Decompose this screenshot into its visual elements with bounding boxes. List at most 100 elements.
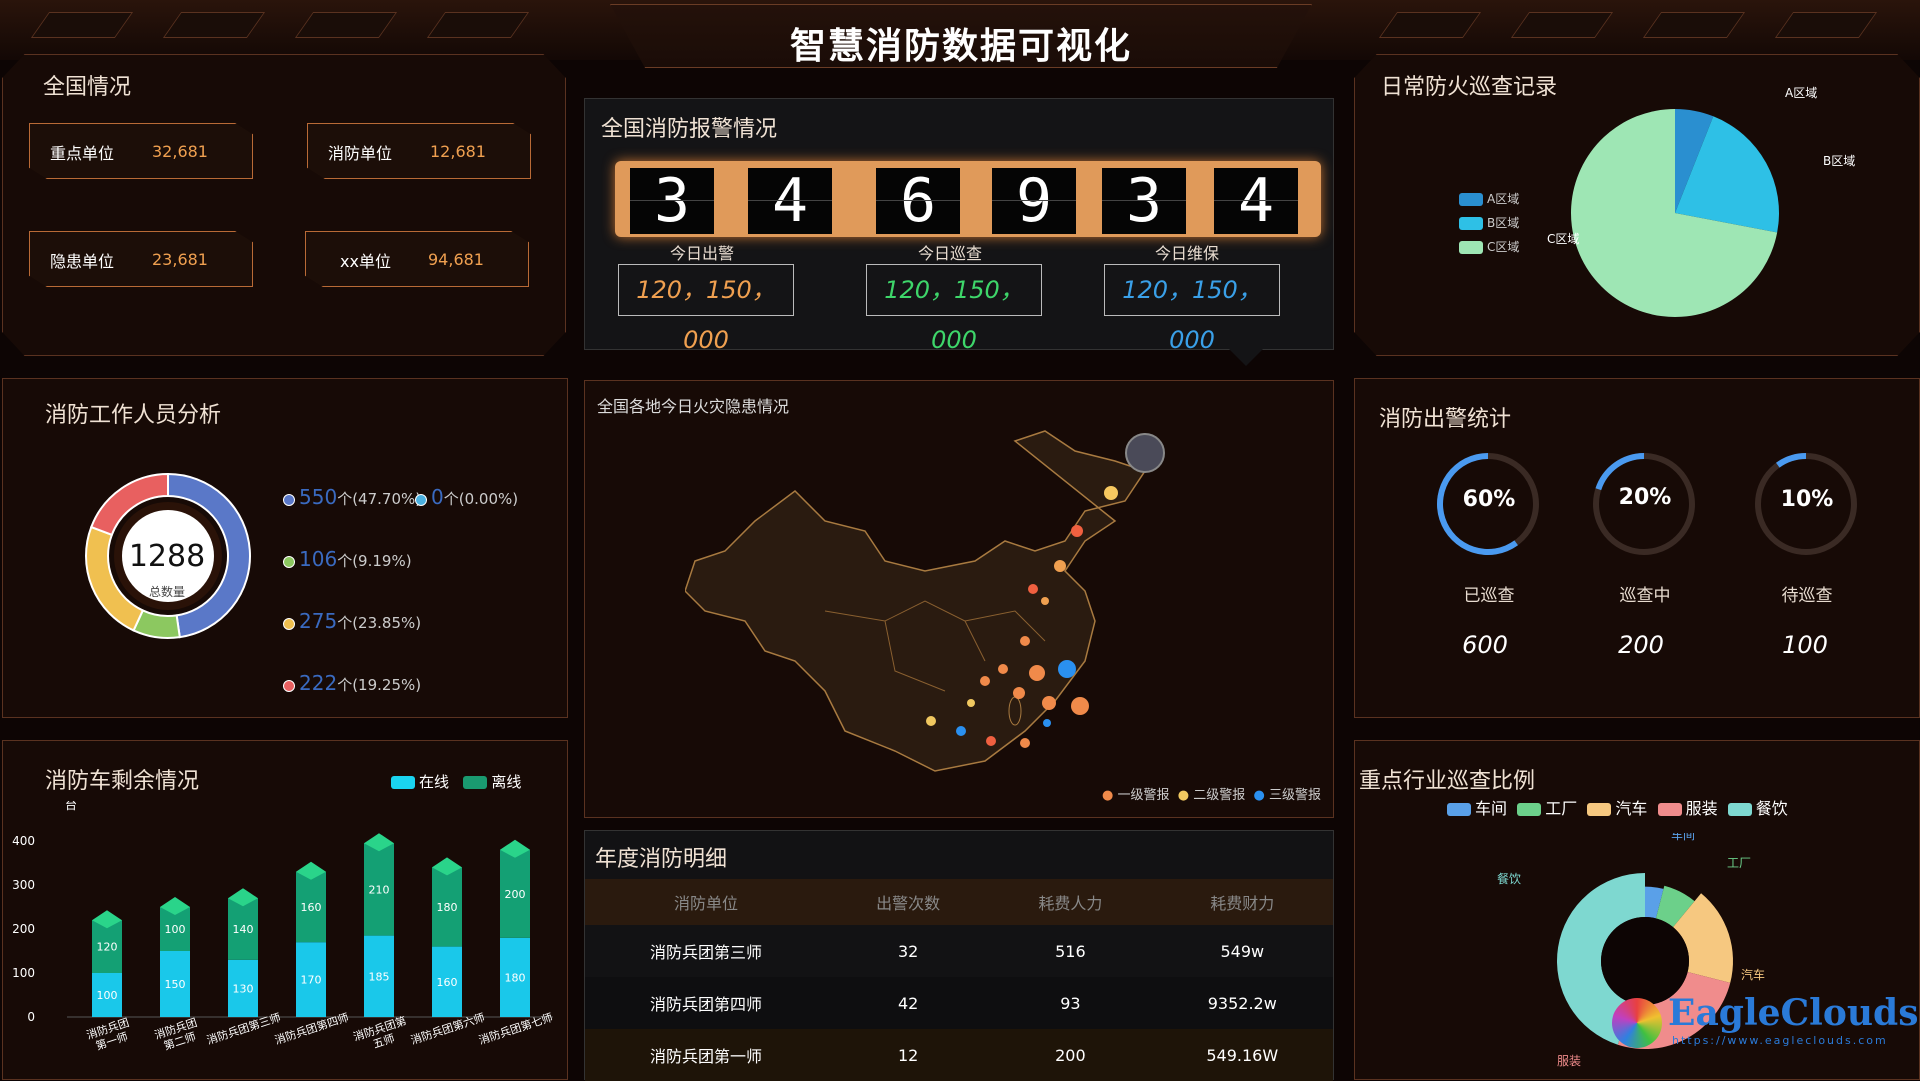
- legend-item[interactable]: 在线: [391, 773, 449, 791]
- map-legend: ● 一级警报 ● 二级警报 ● 三级警报: [1102, 784, 1321, 803]
- unit-value: 32,681: [152, 142, 208, 161]
- legend-item[interactable]: B区域: [1459, 211, 1519, 235]
- gauge-percent: 20%: [1618, 485, 1672, 510]
- legend-item[interactable]: 汽车: [1587, 799, 1647, 818]
- legend-item[interactable]: 离线: [463, 773, 521, 791]
- gauge-value: 100: [1782, 631, 1828, 659]
- legend-item[interactable]: ● 一级警报: [1102, 788, 1170, 803]
- column-header[interactable]: 耗费人力: [989, 879, 1151, 925]
- unit-value: 23,681: [152, 250, 208, 269]
- x-tick-label: 消防兵团第一师: [85, 1015, 135, 1054]
- national-panel: 全国情况 重点单位 32,681 消防单位 12,681 隐患单位 23,681 xx…: [2, 54, 566, 356]
- legend-item[interactable]: A区域: [1459, 187, 1519, 211]
- unit-card[interactable]: 隐患单位 23,681: [29, 231, 253, 287]
- industry-legend: 车间 工厂 汽车 服装 餐饮: [1447, 795, 1788, 819]
- annual-title: 年度消防明细: [595, 847, 728, 872]
- y-tick-label: 0: [27, 1010, 35, 1024]
- stat-label: 今日巡查: [918, 244, 983, 263]
- table-row[interactable]: 消防兵团第一师 12 200 549.16W: [585, 1029, 1333, 1081]
- column-header[interactable]: 出警次数: [827, 879, 989, 925]
- unit-card[interactable]: xx单位 94,681: [305, 231, 529, 287]
- bar-value-label: 170: [301, 974, 322, 987]
- legend-item[interactable]: 服装: [1657, 799, 1718, 818]
- stat-value: 120，150，000: [1104, 264, 1280, 354]
- alarm-digit: 4: [748, 168, 832, 234]
- dispatch-panel: 消防出警统计 60% 20% 10% 已巡查 巡查中 待巡查 600 200 1…: [1354, 378, 1920, 718]
- slice-label: A区域: [1785, 86, 1817, 100]
- staff-title: 消防工作人员分析: [45, 403, 222, 428]
- legend-item[interactable]: 餐饮: [1727, 799, 1788, 818]
- column-header[interactable]: 耗费财力: [1152, 879, 1333, 925]
- bar-value-label: 180: [505, 971, 526, 984]
- unit-card[interactable]: 重点单位 32,681: [29, 123, 253, 179]
- trucks-panel: 消防车剩余情况 在线 离线 台 400 300 200 100 0 100 120 消防兵团第一…: [2, 740, 568, 1080]
- staff-legend-item: 222个(19.25%): [283, 671, 421, 695]
- column-header[interactable]: 消防单位: [585, 879, 827, 925]
- patrol-title: 日常防火巡查记录: [1381, 75, 1558, 100]
- unit-name: xx单位: [340, 252, 391, 271]
- table-cell: 549w: [1220, 941, 1265, 961]
- staff-legend-item: 0个(0.00%): [415, 485, 518, 509]
- annual-table: 消防单位 出警次数 耗费人力 耗费财力 消防兵团第三师 32 516 549w 消防兵…: [585, 879, 1333, 1081]
- patrol-pie-chart: A区域 B区域 C区域: [1547, 86, 1855, 317]
- staff-panel: 消防工作人员分析 1288 总数量 550个(47.70%) 0个(0.00%)…: [2, 378, 568, 718]
- bar-value-label: 160: [437, 976, 458, 989]
- stat-value: 120，150，000: [866, 264, 1042, 354]
- bar-value-label: 200: [505, 888, 526, 901]
- national-title: 全国情况: [43, 75, 132, 100]
- legend-item[interactable]: C区域: [1459, 235, 1519, 259]
- annual-panel: 年度消防明细 消防单位 出警次数 耗费人力 耗费财力 消防兵团第三师 32 516 5…: [584, 830, 1334, 1081]
- bar-value-label: 140: [233, 923, 254, 936]
- brand-url: https://www.eagleclouds.com: [1672, 1034, 1888, 1047]
- table-cell: 消防兵团第一师: [649, 1047, 762, 1066]
- industry-title: 重点行业巡查比例: [1359, 769, 1536, 794]
- bar-value-label: 100: [97, 989, 118, 1002]
- staff-legend-item: 106个(9.19%): [283, 547, 412, 571]
- compass-icon[interactable]: [1125, 433, 1165, 473]
- legend-item[interactable]: 车间: [1447, 799, 1507, 818]
- dispatch-title: 消防出警统计: [1379, 407, 1512, 432]
- page-title: 智慧消防数据可视化: [789, 26, 1132, 67]
- unit-card[interactable]: 消防单位 12,681: [307, 123, 531, 179]
- bar-value-label: 150: [165, 978, 186, 991]
- bar-value-label: 160: [301, 901, 322, 914]
- y-tick-label: 100: [12, 966, 35, 980]
- gauge-value: 200: [1618, 631, 1664, 659]
- bar-value-label: 185: [369, 970, 390, 983]
- bar-value-label: 100: [165, 923, 186, 936]
- patrol-legend: A区域 B区域 C区域: [1459, 187, 1519, 259]
- y-tick-label: 400: [12, 834, 35, 848]
- bar-value-label: 130: [233, 982, 254, 995]
- unit-name: 重点单位: [50, 144, 115, 163]
- table-cell: 42: [897, 993, 919, 1013]
- legend-item[interactable]: ● 三级警报: [1254, 788, 1322, 803]
- gauge-label: 巡查中: [1619, 586, 1671, 606]
- trucks-title: 消防车剩余情况: [45, 769, 200, 794]
- table-cell: 消防兵团第三师: [649, 943, 762, 962]
- unit-value: 94,681: [428, 250, 484, 269]
- table-cell: 93: [1060, 993, 1081, 1013]
- alarm-point: [1104, 486, 1118, 500]
- alarm-digit: 4: [1214, 168, 1298, 234]
- brand-text: EagleClouds: [1668, 992, 1919, 1034]
- eagleclouds-watermark: EagleClouds https://www.eagleclouds.com: [1612, 992, 1918, 1052]
- china-map[interactable]: [685, 411, 1245, 791]
- trucks-bar-chart: 台 400 300 200 100 0 100 120 消防兵团第一师 150 100 消防兵团第二师…: [12, 801, 554, 1054]
- table-cell: 12: [897, 1045, 919, 1065]
- legend-item[interactable]: ● 二级警报: [1178, 788, 1246, 803]
- alarm-digit: 3: [1102, 168, 1186, 234]
- map-panel: 全国各地今日火灾隐患情况 ● 一级警报 ● 二级警报 ● 三级警报: [584, 380, 1334, 818]
- legend-item[interactable]: 工厂: [1517, 799, 1577, 818]
- table-cell: 32: [897, 941, 919, 961]
- y-tick-label: 200: [12, 922, 35, 936]
- gauge-value: 600: [1462, 631, 1508, 659]
- bar-value-label: 180: [437, 901, 458, 914]
- stat-label: 今日出警: [670, 244, 735, 263]
- table-row[interactable]: 消防兵团第三师 32 516 549w: [585, 925, 1333, 977]
- gauge-label: 待巡查: [1781, 586, 1833, 606]
- unit-name: 消防单位: [328, 144, 393, 163]
- alarm-digit: 3: [630, 168, 714, 234]
- table-row[interactable]: 消防兵团第四师 42 93 9352.2w: [585, 977, 1333, 1029]
- gauge-percent: 10%: [1780, 487, 1834, 512]
- gauge-percent: 60%: [1462, 487, 1516, 512]
